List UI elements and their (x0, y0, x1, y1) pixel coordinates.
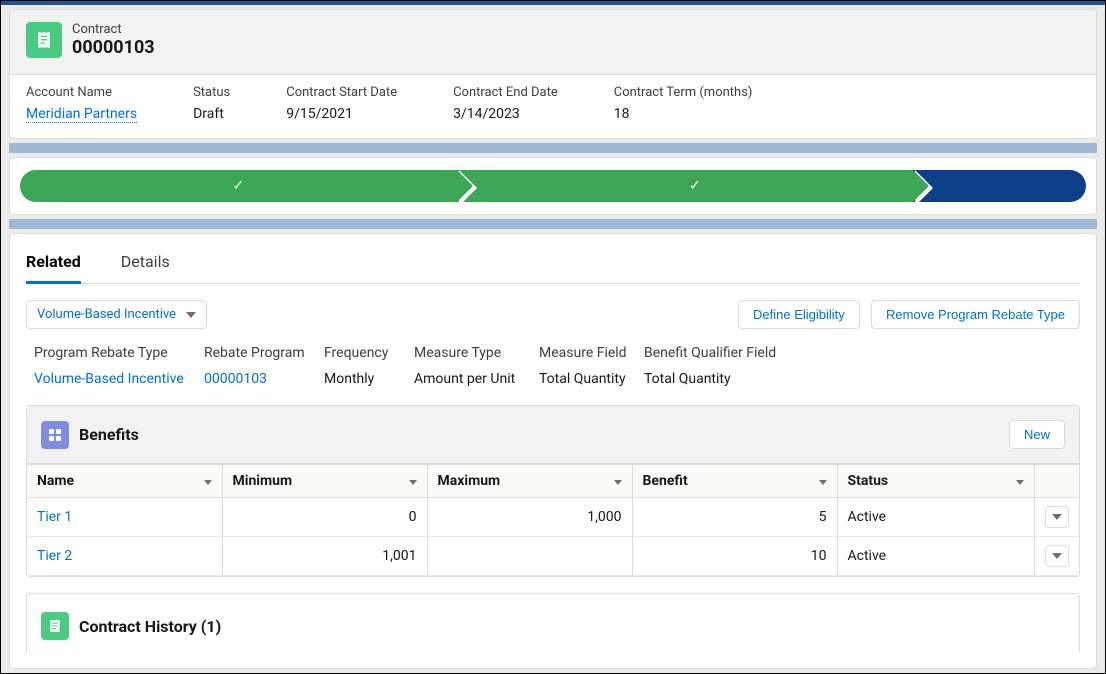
field-label-term: Contract Term (months) (614, 85, 753, 100)
end-date-value: 3/14/2023 (453, 106, 558, 122)
col-benefit: Benefit (643, 473, 688, 489)
record-type-label: Contract (72, 22, 155, 37)
path-stage-1[interactable]: ✓ (20, 170, 457, 202)
contract-icon (26, 22, 62, 58)
col-max: Maximum (438, 473, 501, 489)
meta-header: Measure Field (539, 345, 644, 361)
rebate-type-picker[interactable]: Volume-Based Incentive (26, 300, 207, 329)
record-title: 00000103 (72, 37, 155, 58)
path-stage-2[interactable]: ✓ (457, 170, 914, 202)
meta-header: Rebate Program (204, 345, 324, 361)
define-eligibility-button[interactable]: Define Eligibility (738, 300, 860, 329)
col-status: Status (848, 473, 889, 489)
field-label-start-date: Contract Start Date (286, 85, 397, 100)
measure-field-value: Total Quantity (539, 371, 644, 387)
top-border (1, 1, 1105, 5)
rebate-program-link[interactable]: 00000103 (204, 371, 324, 387)
measure-type-value: Amount per Unit (414, 371, 539, 387)
benefit-value: 10 (632, 537, 837, 576)
rebate-meta-table: Program Rebate Type Rebate Program Frequ… (26, 345, 1080, 387)
main-content-card: Related Details Volume-Based Incentive D… (9, 233, 1097, 669)
sort-icon[interactable] (819, 473, 827, 489)
benefit-max (427, 537, 632, 576)
meta-header: Program Rebate Type (34, 345, 204, 361)
benefits-table: Name Minimum Maximum Benefit Status Tier… (27, 464, 1079, 576)
tabset: Related Details (26, 234, 1080, 284)
caret-down-icon (1052, 553, 1062, 559)
check-icon: ✓ (232, 178, 244, 194)
field-label-end-date: Contract End Date (453, 85, 558, 100)
new-benefit-button[interactable]: New (1009, 420, 1065, 449)
benefits-section: Benefits New Name Minimum Maximum Benefi… (26, 405, 1080, 577)
start-date-value: 9/15/2021 (286, 106, 397, 122)
picker-label: Volume-Based Incentive (37, 307, 176, 322)
caret-down-icon (1052, 514, 1062, 520)
caret-down-icon (186, 312, 196, 318)
benefits-title: Benefits (79, 425, 139, 444)
col-name: Name (37, 473, 74, 489)
benefit-min: 1,001 (222, 537, 427, 576)
field-label-status: Status (193, 85, 230, 100)
sort-icon[interactable] (1016, 473, 1024, 489)
row-menu-button[interactable] (1045, 506, 1069, 528)
contract-history-title: Contract History (1) (79, 617, 221, 636)
tab-details[interactable]: Details (121, 242, 170, 283)
separator-band (9, 143, 1097, 153)
meta-header: Benefit Qualifier Field (644, 345, 779, 361)
contract-history-section: Contract History (1) (26, 593, 1080, 652)
separator-band (9, 219, 1097, 229)
path-card: ✓ ✓ (9, 157, 1097, 215)
row-menu-button[interactable] (1045, 545, 1069, 567)
record-header-card: Contract 00000103 Account Name Meridian … (9, 9, 1097, 139)
remove-program-rebate-type-button[interactable]: Remove Program Rebate Type (871, 300, 1080, 329)
account-name-link[interactable]: Meridian Partners (26, 106, 137, 123)
sort-icon[interactable] (614, 473, 622, 489)
col-min: Minimum (233, 473, 293, 489)
check-icon: ✓ (689, 178, 701, 194)
meta-header: Measure Type (414, 345, 539, 361)
sort-icon[interactable] (409, 473, 417, 489)
frequency-value: Monthly (324, 371, 414, 387)
tab-related[interactable]: Related (26, 242, 81, 284)
benefit-qualifier-value: Total Quantity (644, 371, 779, 387)
table-row: Tier 1 0 1,000 5 Active (27, 498, 1079, 537)
benefit-value: 5 (632, 498, 837, 537)
path-progress: ✓ ✓ (20, 170, 1086, 202)
benefit-max: 1,000 (427, 498, 632, 537)
field-label-account-name: Account Name (26, 85, 137, 100)
term-value: 18 (614, 106, 753, 122)
meta-header: Frequency (324, 345, 414, 361)
program-rebate-type-link[interactable]: Volume-Based Incentive (34, 371, 204, 387)
benefit-status: Active (837, 498, 1035, 537)
benefit-min: 0 (222, 498, 427, 537)
status-value: Draft (193, 106, 230, 122)
benefit-status: Active (837, 537, 1035, 576)
table-row: Tier 2 1,001 10 Active (27, 537, 1079, 576)
benefit-name-link[interactable]: Tier 2 (37, 548, 72, 564)
path-stage-3[interactable] (913, 170, 1086, 202)
sort-icon[interactable] (204, 473, 212, 489)
benefit-name-link[interactable]: Tier 1 (37, 509, 72, 525)
benefits-icon (41, 421, 69, 449)
